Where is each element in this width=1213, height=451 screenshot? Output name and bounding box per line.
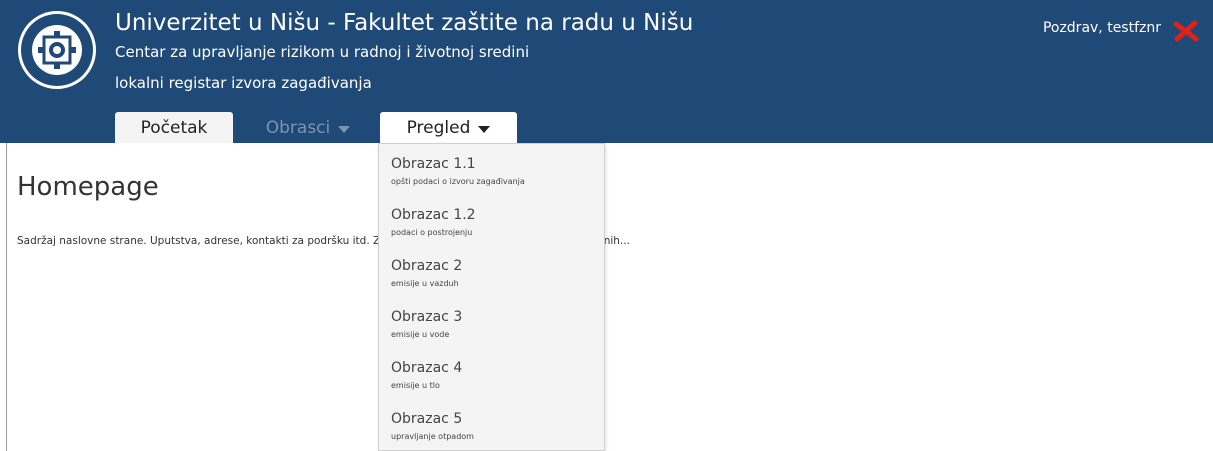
page-title: Homepage [17,172,159,202]
chevron-down-icon [478,125,491,133]
menu-item-obrazac-3[interactable]: Obrazac 3 emisije u vode [391,309,462,339]
site-title: Univerzitet u Nišu - Fakultet zaštite na… [115,10,694,36]
menu-item-title: Obrazac 4 [391,360,463,376]
tab-forms[interactable]: Obrasci [248,112,368,143]
menu-item-title: Obrazac 1.1 [391,156,476,172]
menu-item-title: Obrazac 1.2 [391,207,476,223]
menu-item-description: upravljanje otpadom [391,432,474,441]
red-x-icon[interactable] [1173,20,1199,42]
menu-item-description: emisije u vode [391,330,450,339]
menu-item-obrazac-1-1[interactable]: Obrazac 1.1 opšti podaci o izvoru zagađi… [391,156,525,186]
menu-item-description: emisije u tlo [391,381,440,390]
menu-item-description: podaci o postrojenju [391,228,473,237]
menu-item-obrazac-4[interactable]: Obrazac 4 emisije u tlo [391,360,462,390]
menu-item-obrazac-2[interactable]: Obrazac 2 emisije u vazduh [391,258,462,288]
content-border [6,143,7,451]
menu-item-description: emisije u vazduh [391,279,459,288]
tab-home-label: Početak [140,117,208,138]
site-subtitle: Centar za upravljanje rizikom u radnoj i… [115,43,530,61]
faculty-seal-icon [18,11,96,89]
menu-item-title: Obrazac 3 [391,309,463,325]
user-greeting: Pozdrav, testfznr [1042,20,1161,36]
chevron-down-icon [338,125,351,133]
menu-item-obrazac-1-2[interactable]: Obrazac 1.2 podaci o postrojenju [391,207,476,237]
tab-review-label: Pregled [406,117,471,138]
tab-home[interactable]: Početak [115,112,233,143]
menu-item-title: Obrazac 5 [391,411,463,427]
menu-item-description: opšti podaci o izvoru zagađivanja [391,177,525,186]
app-header: Univerzitet u Nišu - Fakultet zaštite na… [0,0,1213,143]
menu-item-title: Obrazac 2 [391,258,463,274]
review-dropdown-menu: Obrazac 1.1 opšti podaci o izvoru zagađi… [378,143,605,451]
site-subtitle-secondary: lokalni registar izvora zagađivanja [115,74,372,92]
menu-item-obrazac-5[interactable]: Obrazac 5 upravljanje otpadom [391,411,474,441]
tab-forms-label: Obrasci [265,117,331,138]
tab-review[interactable]: Pregled [380,112,517,143]
